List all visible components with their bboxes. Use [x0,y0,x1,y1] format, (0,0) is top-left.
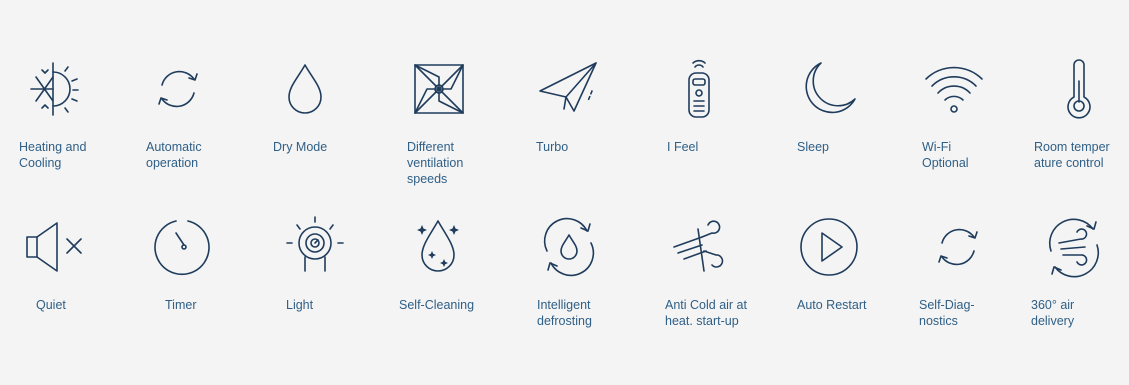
defrost-cycle-icon [537,215,601,279]
feature-anti-cold-air: Anti Cold air at heat. start-up [665,215,780,329]
feature-wifi: Wi-Fi Optional [922,57,1034,171]
feature-light: Light [283,215,395,313]
wind-gust-icon [668,215,732,279]
feature-label: Timer [165,298,197,312]
paper-plane-icon [536,57,600,121]
feature-quiet: Quiet [23,215,135,313]
feature-label: Intelligent defrosting [537,298,592,328]
feature-label: Room temper ature control [1034,140,1110,170]
feature-label: Self-Cleaning [399,298,475,312]
play-circle-icon [797,215,861,279]
water-drop-icon [273,57,337,121]
speaker-mute-icon [23,215,87,279]
timer-icon [152,215,216,279]
pinwheel-icon [407,57,471,121]
feature-self-cleaning: Self-Cleaning [399,215,518,313]
thermometer-icon [1034,57,1098,121]
feature-turbo: Turbo [536,57,648,155]
feature-label: Anti Cold air at heat. start-up [665,298,747,328]
feature-self-diagnostics: Self-Diag- nostics [919,215,1038,329]
refresh-cycle-icon [146,57,210,121]
snowflake-sun-icon [19,57,83,121]
feature-label: Different ventilation speeds [407,140,464,186]
wifi-icon [922,57,986,121]
feature-label: Dry Mode [273,140,328,154]
feature-label: Heating and Cooling [19,140,87,170]
feature-label: 360° air delivery [1031,298,1075,328]
feature-ventilation-speeds: Different ventilation speeds [407,57,519,187]
feature-360-air-delivery: 360° air delivery [1031,215,1129,329]
feature-label: Quiet [36,298,66,312]
feature-label: Auto Restart [797,298,867,312]
feature-room-temperature: Room temper ature control [1034,57,1129,171]
feature-label: Automatic operation [146,140,202,170]
feature-automatic-operation: Automatic operation [146,57,258,171]
features-panel: Heating and Cooling Automatic operation … [0,0,1129,385]
feature-heating-cooling: Heating and Cooling [19,57,131,171]
diagnostics-cycle-icon [926,215,990,279]
feature-sleep: Sleep [797,57,909,155]
feature-timer: Timer [152,215,264,313]
air-360-icon [1041,215,1105,279]
feature-label: Wi-Fi Optional [922,140,969,170]
sparkle-drop-icon [406,215,470,279]
remote-control-icon [667,57,731,121]
feature-auto-restart: Auto Restart [797,215,909,313]
feature-intelligent-defrosting: Intelligent defrosting [537,215,649,329]
feature-i-feel: I Feel [667,57,779,155]
light-icon [283,215,347,279]
feature-label: Sleep [797,140,829,154]
feature-label: Light [286,298,314,312]
crescent-moon-icon [797,57,861,121]
feature-dry-mode: Dry Mode [273,57,385,155]
feature-label: I Feel [667,140,699,154]
feature-label: Turbo [536,140,569,154]
feature-label: Self-Diag- nostics [919,298,975,328]
